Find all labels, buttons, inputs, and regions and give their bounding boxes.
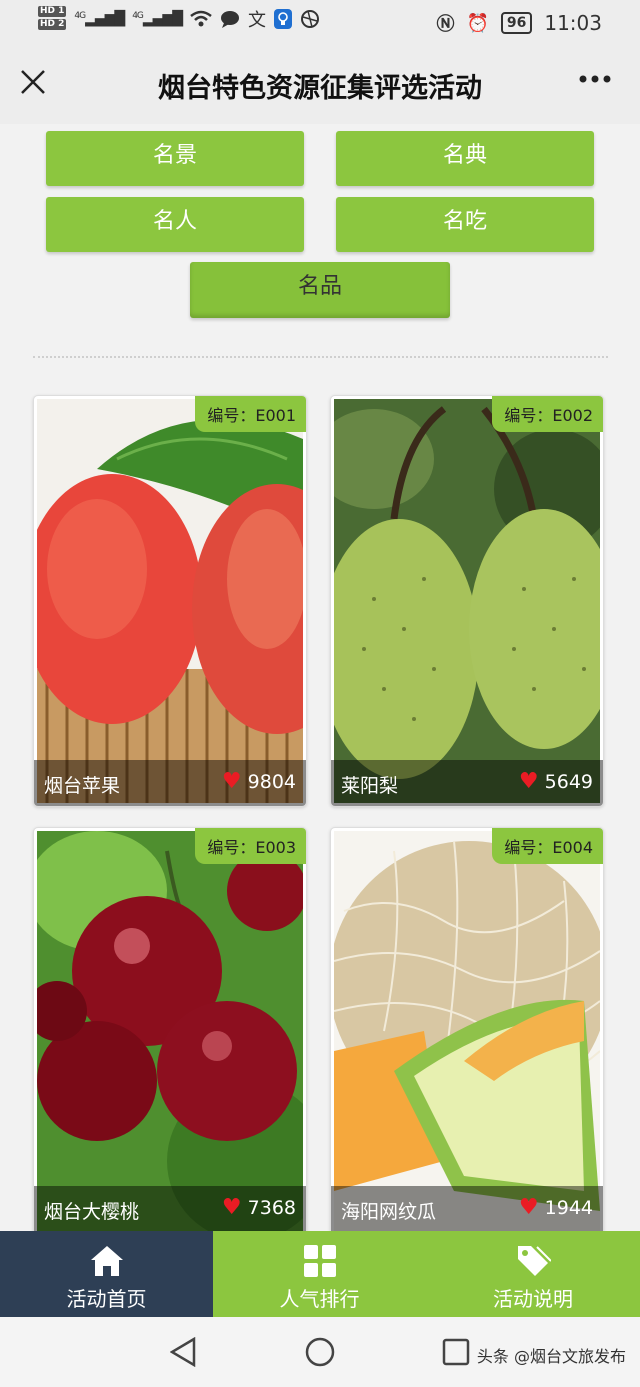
item-image-cherry bbox=[37, 831, 303, 1232]
status-bar: HD 1 HD 2 4G▂▄▆█ 4G▂▄▆█ 文 Ⓝ ⏰ 96 11:03 bbox=[0, 0, 640, 44]
item-card-e002[interactable]: 编号：E002 莱阳梨 ♥ 5649 bbox=[330, 395, 604, 807]
vote-number: 5649 bbox=[544, 771, 593, 793]
bulb-icon bbox=[273, 9, 292, 29]
item-name: 烟台大樱桃 bbox=[44, 1201, 140, 1223]
item-caption: 烟台苹果 ♥ 9804 bbox=[34, 760, 306, 806]
heart-icon: ♥ bbox=[221, 769, 242, 794]
signal-icon: 4G▂▄▆█ bbox=[74, 11, 125, 27]
vote-number: 9804 bbox=[247, 771, 296, 793]
item-name: 海阳网纹瓜 bbox=[341, 1201, 437, 1223]
tab-label: 人气排行 bbox=[279, 1287, 360, 1311]
item-name: 烟台苹果 bbox=[44, 775, 121, 797]
home-circle-icon[interactable] bbox=[305, 1337, 335, 1367]
category-button-mingpin[interactable]: 名品 bbox=[190, 262, 450, 318]
item-name: 莱阳梨 bbox=[341, 775, 399, 797]
watermark: 头条 @烟台文旅发布 bbox=[476, 1347, 626, 1366]
item-code-badge: 编号：E004 bbox=[492, 828, 603, 864]
back-icon[interactable] bbox=[170, 1337, 196, 1367]
item-code-badge: 编号：E003 bbox=[195, 828, 306, 864]
grid-icon bbox=[303, 1245, 336, 1277]
battery-indicator: 96 bbox=[500, 12, 533, 34]
divider bbox=[33, 356, 608, 358]
more-icon bbox=[579, 75, 611, 83]
item-caption: 烟台大樱桃 ♥ 7368 bbox=[34, 1186, 306, 1232]
category-button-mingchi[interactable]: 名吃 bbox=[336, 197, 594, 252]
nav-bar: 烟台特色资源征集评选活动 bbox=[0, 44, 640, 124]
vote-count[interactable]: ♥ 7368 bbox=[221, 1195, 296, 1220]
item-caption: 莱阳梨 ♥ 5649 bbox=[331, 760, 603, 806]
item-card-e004[interactable]: 编号：E004 海阳网纹瓜 ♥ 1944 bbox=[330, 827, 604, 1232]
sim1-label: HD 1 bbox=[38, 6, 67, 17]
sim2-label: HD 2 bbox=[38, 19, 67, 30]
sim-indicator: HD 1 HD 2 bbox=[38, 6, 67, 32]
heart-icon: ♥ bbox=[518, 769, 539, 794]
message-icon bbox=[220, 11, 239, 28]
item-image-melon bbox=[334, 831, 600, 1232]
network-label-2: 4G bbox=[132, 11, 144, 21]
network-label-1: 4G bbox=[74, 11, 86, 21]
bottom-tab-bar: 活动首页 人气排行 活动说明 bbox=[0, 1231, 640, 1317]
heart-icon: ♥ bbox=[518, 1195, 539, 1220]
category-button-mingdian[interactable]: 名典 bbox=[336, 131, 594, 186]
wifi-icon bbox=[190, 10, 212, 27]
tab-description[interactable]: 活动说明 bbox=[426, 1231, 640, 1317]
category-button-mingjing[interactable]: 名景 bbox=[46, 131, 304, 186]
vote-number: 1944 bbox=[544, 1197, 593, 1219]
clock: 11:03 bbox=[544, 11, 602, 35]
item-caption: 海阳网纹瓜 ♥ 1944 bbox=[331, 1186, 603, 1232]
home-icon bbox=[90, 1246, 123, 1276]
nfc-icon: Ⓝ bbox=[436, 14, 455, 35]
heart-icon: ♥ bbox=[221, 1195, 242, 1220]
vote-count[interactable]: ♥ 1944 bbox=[518, 1195, 593, 1220]
item-code-badge: 编号：E002 bbox=[492, 396, 603, 432]
item-code-badge: 编号：E001 bbox=[195, 396, 306, 432]
alarm-icon: ⏰ bbox=[466, 12, 489, 34]
tab-label: 活动首页 bbox=[66, 1287, 147, 1311]
item-card-e001[interactable]: 编号：E001 烟台苹果 ♥ 9804 bbox=[33, 395, 307, 807]
page-title: 烟台特色资源征集评选活动 bbox=[158, 73, 482, 104]
vote-count[interactable]: ♥ 9804 bbox=[221, 769, 296, 794]
tab-home[interactable]: 活动首页 bbox=[0, 1231, 213, 1317]
signal-icon-2: 4G▂▄▆█ bbox=[132, 11, 183, 27]
tab-label: 活动说明 bbox=[493, 1287, 573, 1311]
system-nav-bar: 头条 @烟台文旅发布 bbox=[0, 1317, 640, 1387]
tag-icon bbox=[518, 1246, 551, 1276]
ball-icon bbox=[300, 10, 319, 28]
item-image-apple bbox=[37, 399, 303, 803]
item-card-e003[interactable]: 编号：E003 烟台大樱桃 ♥ 7368 bbox=[33, 827, 307, 1232]
item-image-pear bbox=[334, 399, 600, 803]
category-button-mingren[interactable]: 名人 bbox=[46, 197, 304, 252]
recents-icon[interactable] bbox=[442, 1338, 470, 1366]
more-button[interactable] bbox=[578, 62, 612, 102]
vote-number: 7368 bbox=[247, 1197, 296, 1219]
tab-ranking[interactable]: 人气排行 bbox=[213, 1231, 426, 1317]
translate-icon: 文 bbox=[247, 10, 266, 31]
vote-count[interactable]: ♥ 5649 bbox=[518, 769, 593, 794]
